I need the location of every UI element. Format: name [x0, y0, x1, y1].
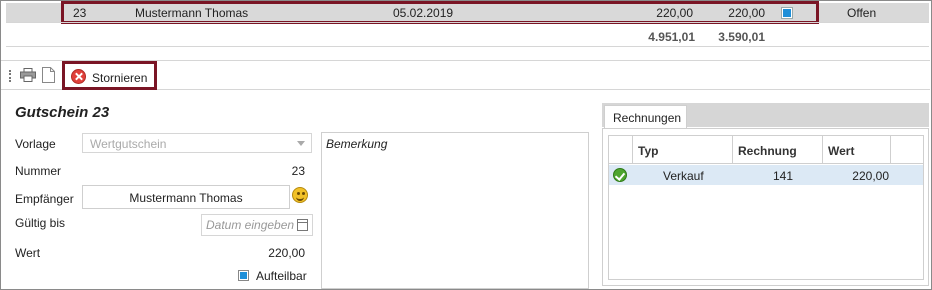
wert-label: Wert — [15, 246, 41, 260]
column-header-label: Typ — [638, 144, 659, 158]
smile-eye — [297, 192, 300, 195]
row-status: Offen — [847, 6, 877, 20]
tab-label: Rechnungen — [613, 111, 682, 125]
aufteilbar-label: Aufteilbar — [256, 269, 307, 283]
cancel-icon — [71, 69, 86, 84]
vorlage-select[interactable]: Wertgutschein — [82, 133, 312, 153]
smile-eye — [302, 192, 305, 195]
calendar-icon[interactable] — [297, 219, 308, 231]
tab-rechnungen[interactable]: Rechnungen — [604, 105, 687, 129]
total-sum-1: 4.951,01 — [648, 30, 695, 44]
grid-divider — [6, 46, 929, 47]
total-sum-2: 3.590,01 — [718, 30, 765, 44]
toolbar-grip[interactable] — [9, 70, 11, 82]
grid-divider — [6, 22, 929, 23]
check-icon — [613, 168, 627, 182]
wert-value: 220,00 — [268, 246, 305, 260]
cancel-button[interactable]: Stornieren — [62, 61, 157, 90]
column-header-spacer — [891, 136, 923, 164]
invoices-table: Typ Rechnung Wert Verkauf 141 220,00 — [608, 135, 924, 280]
date-input[interactable] — [206, 218, 294, 232]
vorlage-value: Wertgutschein — [90, 137, 167, 151]
recipient-field[interactable]: Mustermann Thomas — [82, 185, 290, 209]
customer-lookup-icon[interactable] — [292, 187, 308, 203]
recipient-value: Mustermann Thomas — [129, 191, 243, 205]
gueltig-label: Gültig bis — [15, 216, 66, 230]
remark-box[interactable] — [321, 132, 589, 289]
cell-typ: Verkauf — [663, 169, 704, 183]
column-header-status — [609, 136, 633, 164]
chevron-down-icon — [297, 141, 305, 146]
remark-textarea[interactable] — [326, 137, 584, 285]
print-icon[interactable] — [20, 68, 36, 82]
nummer-value: 23 — [291, 164, 305, 178]
vorlage-label: Vorlage — [15, 137, 56, 151]
cell-wert: 220,00 — [852, 169, 889, 183]
valid-until-field[interactable] — [201, 214, 313, 236]
toolbar: Stornieren — [1, 60, 930, 90]
page-title: Gutschein 23 — [15, 104, 110, 121]
column-header-typ[interactable]: Typ — [633, 136, 733, 164]
aufteilbar-checkbox[interactable] — [238, 270, 249, 281]
nummer-label: Nummer — [15, 164, 62, 178]
column-header-label: Rechnung — [738, 144, 797, 158]
cancel-button-label: Stornieren — [92, 71, 148, 85]
column-header-label: Wert — [828, 144, 855, 158]
document-icon[interactable] — [42, 67, 55, 83]
cell-rechnung: 141 — [773, 169, 794, 183]
empfaenger-label: Empfänger — [15, 192, 74, 206]
column-header-rechnung[interactable]: Rechnung — [733, 136, 823, 164]
table-row[interactable]: Verkauf 141 220,00 — [609, 165, 923, 185]
column-header-wert[interactable]: Wert — [823, 136, 891, 164]
highlight-row-frame — [61, 1, 819, 24]
